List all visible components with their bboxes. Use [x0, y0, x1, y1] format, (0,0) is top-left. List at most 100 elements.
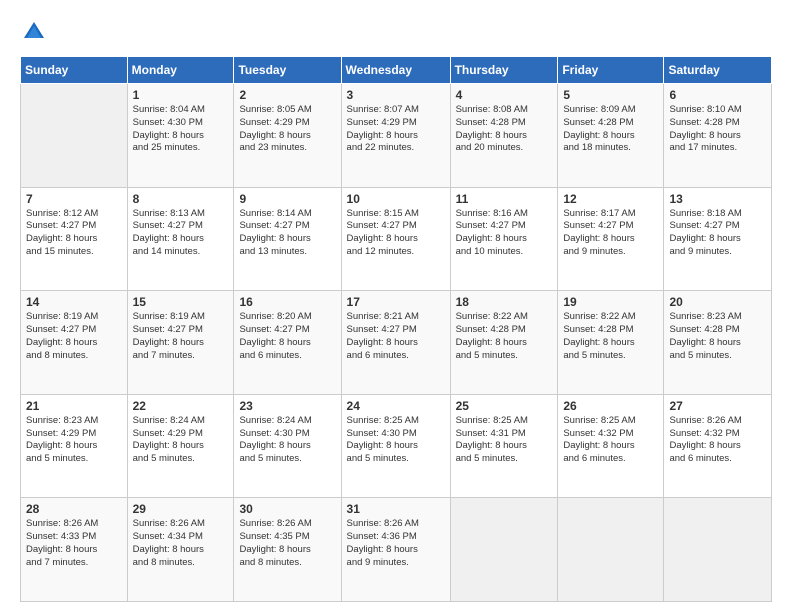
calendar-day-cell: 1Sunrise: 8:04 AM Sunset: 4:30 PM Daylig…	[127, 84, 234, 188]
calendar-day-cell: 9 Sunrise: 8:14 AM Sunset: 4:27 PM Daylig…	[234, 187, 341, 291]
calendar-day-cell: 28 Sunrise: 8:26 AM Sunset: 4:33 PM Dayli…	[21, 498, 128, 602]
day-info: Sunrise: 8:25 AM Sunset: 4:32 PM Dayligh…	[563, 415, 658, 466]
calendar-day-cell: 30 Sunrise: 8:26 AM Sunset: 4:35 PM Dayli…	[234, 498, 341, 602]
calendar-day-cell: 25 Sunrise: 8:25 AM Sunset: 4:31 PM Dayli…	[450, 394, 558, 498]
day-number: 24	[347, 399, 445, 413]
day-number: 15	[133, 295, 229, 309]
calendar-day-cell	[450, 498, 558, 602]
calendar-day-cell: 2 Sunrise: 8:05 AM Sunset: 4:29 PM Daylig…	[234, 84, 341, 188]
day-info: Sunrise: 8:24 AM Sunset: 4:29 PM Dayligh…	[133, 415, 229, 466]
day-number: 3	[347, 88, 445, 102]
day-info: Sunrise: 8:26 AM Sunset: 4:32 PM Dayligh…	[669, 415, 766, 466]
day-info: Sunrise: 8:08 AM Sunset: 4:28 PM Dayligh…	[456, 104, 553, 155]
calendar-day-cell: 24 Sunrise: 8:25 AM Sunset: 4:30 PM Dayli…	[341, 394, 450, 498]
logo	[20, 18, 52, 46]
day-info: Sunrise: 8:17 AM Sunset: 4:27 PM Dayligh…	[563, 208, 658, 259]
day-info: Sunrise: 8:15 AM Sunset: 4:27 PM Dayligh…	[347, 208, 445, 259]
day-of-week-header: Friday	[558, 57, 664, 84]
day-info: Sunrise: 8:04 AM Sunset: 4:30 PM Dayligh…	[133, 104, 229, 155]
calendar-day-cell: 5Sunrise: 8:09 AM Sunset: 4:28 PM Daylig…	[558, 84, 664, 188]
day-info: Sunrise: 8:25 AM Sunset: 4:31 PM Dayligh…	[456, 415, 553, 466]
day-of-week-header: Tuesday	[234, 57, 341, 84]
calendar-day-cell: 13Sunrise: 8:18 AM Sunset: 4:27 PM Dayli…	[664, 187, 772, 291]
day-number: 22	[133, 399, 229, 413]
calendar-day-cell	[558, 498, 664, 602]
calendar-day-cell: 14 Sunrise: 8:19 AM Sunset: 4:27 PM Dayli…	[21, 291, 128, 395]
calendar-day-cell: 16 Sunrise: 8:20 AM Sunset: 4:27 PM Dayli…	[234, 291, 341, 395]
day-info: Sunrise: 8:19 AM Sunset: 4:27 PM Dayligh…	[26, 311, 122, 362]
calendar-day-cell: 4Sunrise: 8:08 AM Sunset: 4:28 PM Daylig…	[450, 84, 558, 188]
day-number: 9	[239, 192, 335, 206]
calendar-table: SundayMondayTuesdayWednesdayThursdayFrid…	[20, 56, 772, 602]
calendar-day-cell: 11 Sunrise: 8:16 AM Sunset: 4:27 PM Dayli…	[450, 187, 558, 291]
calendar-day-cell: 10 Sunrise: 8:15 AM Sunset: 4:27 PM Dayli…	[341, 187, 450, 291]
day-info: Sunrise: 8:26 AM Sunset: 4:36 PM Dayligh…	[347, 518, 445, 569]
calendar-day-cell: 31Sunrise: 8:26 AM Sunset: 4:36 PM Dayli…	[341, 498, 450, 602]
calendar-week-row: 7Sunrise: 8:12 AM Sunset: 4:27 PM Daylig…	[21, 187, 772, 291]
day-of-week-header: Monday	[127, 57, 234, 84]
day-number: 8	[133, 192, 229, 206]
day-number: 29	[133, 502, 229, 516]
day-number: 16	[239, 295, 335, 309]
day-info: Sunrise: 8:22 AM Sunset: 4:28 PM Dayligh…	[456, 311, 553, 362]
day-info: Sunrise: 8:26 AM Sunset: 4:33 PM Dayligh…	[26, 518, 122, 569]
day-number: 6	[669, 88, 766, 102]
calendar-day-cell: 6 Sunrise: 8:10 AM Sunset: 4:28 PM Daylig…	[664, 84, 772, 188]
calendar-week-row: 14 Sunrise: 8:19 AM Sunset: 4:27 PM Dayli…	[21, 291, 772, 395]
day-of-week-header: Thursday	[450, 57, 558, 84]
day-info: Sunrise: 8:05 AM Sunset: 4:29 PM Dayligh…	[239, 104, 335, 155]
day-number: 2	[239, 88, 335, 102]
day-info: Sunrise: 8:13 AM Sunset: 4:27 PM Dayligh…	[133, 208, 229, 259]
day-info: Sunrise: 8:22 AM Sunset: 4:28 PM Dayligh…	[563, 311, 658, 362]
day-number: 28	[26, 502, 122, 516]
calendar-day-cell	[664, 498, 772, 602]
day-info: Sunrise: 8:24 AM Sunset: 4:30 PM Dayligh…	[239, 415, 335, 466]
day-number: 30	[239, 502, 335, 516]
calendar-day-cell: 21 Sunrise: 8:23 AM Sunset: 4:29 PM Dayli…	[21, 394, 128, 498]
calendar-day-cell: 12 Sunrise: 8:17 AM Sunset: 4:27 PM Dayli…	[558, 187, 664, 291]
day-info: Sunrise: 8:26 AM Sunset: 4:35 PM Dayligh…	[239, 518, 335, 569]
day-number: 27	[669, 399, 766, 413]
day-of-week-header: Sunday	[21, 57, 128, 84]
day-number: 19	[563, 295, 658, 309]
calendar-day-cell: 23 Sunrise: 8:24 AM Sunset: 4:30 PM Dayli…	[234, 394, 341, 498]
logo-icon	[20, 18, 48, 46]
day-number: 21	[26, 399, 122, 413]
calendar-day-cell: 27 Sunrise: 8:26 AM Sunset: 4:32 PM Dayli…	[664, 394, 772, 498]
header	[20, 18, 772, 46]
day-info: Sunrise: 8:23 AM Sunset: 4:29 PM Dayligh…	[26, 415, 122, 466]
calendar-day-cell: 20Sunrise: 8:23 AM Sunset: 4:28 PM Dayli…	[664, 291, 772, 395]
day-number: 13	[669, 192, 766, 206]
calendar-week-row: 1Sunrise: 8:04 AM Sunset: 4:30 PM Daylig…	[21, 84, 772, 188]
day-info: Sunrise: 8:25 AM Sunset: 4:30 PM Dayligh…	[347, 415, 445, 466]
calendar-day-cell: 19 Sunrise: 8:22 AM Sunset: 4:28 PM Dayli…	[558, 291, 664, 395]
day-info: Sunrise: 8:14 AM Sunset: 4:27 PM Dayligh…	[239, 208, 335, 259]
day-number: 11	[456, 192, 553, 206]
day-of-week-header: Wednesday	[341, 57, 450, 84]
calendar-week-row: 28 Sunrise: 8:26 AM Sunset: 4:33 PM Dayli…	[21, 498, 772, 602]
day-number: 17	[347, 295, 445, 309]
calendar-header-row: SundayMondayTuesdayWednesdayThursdayFrid…	[21, 57, 772, 84]
calendar-day-cell: 7Sunrise: 8:12 AM Sunset: 4:27 PM Daylig…	[21, 187, 128, 291]
calendar-day-cell	[21, 84, 128, 188]
calendar-day-cell: 22 Sunrise: 8:24 AM Sunset: 4:29 PM Dayli…	[127, 394, 234, 498]
day-of-week-header: Saturday	[664, 57, 772, 84]
day-info: Sunrise: 8:16 AM Sunset: 4:27 PM Dayligh…	[456, 208, 553, 259]
day-info: Sunrise: 8:10 AM Sunset: 4:28 PM Dayligh…	[669, 104, 766, 155]
day-info: Sunrise: 8:12 AM Sunset: 4:27 PM Dayligh…	[26, 208, 122, 259]
day-info: Sunrise: 8:26 AM Sunset: 4:34 PM Dayligh…	[133, 518, 229, 569]
day-number: 23	[239, 399, 335, 413]
day-number: 5	[563, 88, 658, 102]
day-number: 14	[26, 295, 122, 309]
day-number: 18	[456, 295, 553, 309]
calendar-day-cell: 26Sunrise: 8:25 AM Sunset: 4:32 PM Dayli…	[558, 394, 664, 498]
day-number: 25	[456, 399, 553, 413]
day-number: 10	[347, 192, 445, 206]
day-info: Sunrise: 8:19 AM Sunset: 4:27 PM Dayligh…	[133, 311, 229, 362]
day-number: 20	[669, 295, 766, 309]
day-info: Sunrise: 8:21 AM Sunset: 4:27 PM Dayligh…	[347, 311, 445, 362]
calendar-day-cell: 3Sunrise: 8:07 AM Sunset: 4:29 PM Daylig…	[341, 84, 450, 188]
day-number: 12	[563, 192, 658, 206]
calendar-day-cell: 15 Sunrise: 8:19 AM Sunset: 4:27 PM Dayli…	[127, 291, 234, 395]
day-info: Sunrise: 8:20 AM Sunset: 4:27 PM Dayligh…	[239, 311, 335, 362]
